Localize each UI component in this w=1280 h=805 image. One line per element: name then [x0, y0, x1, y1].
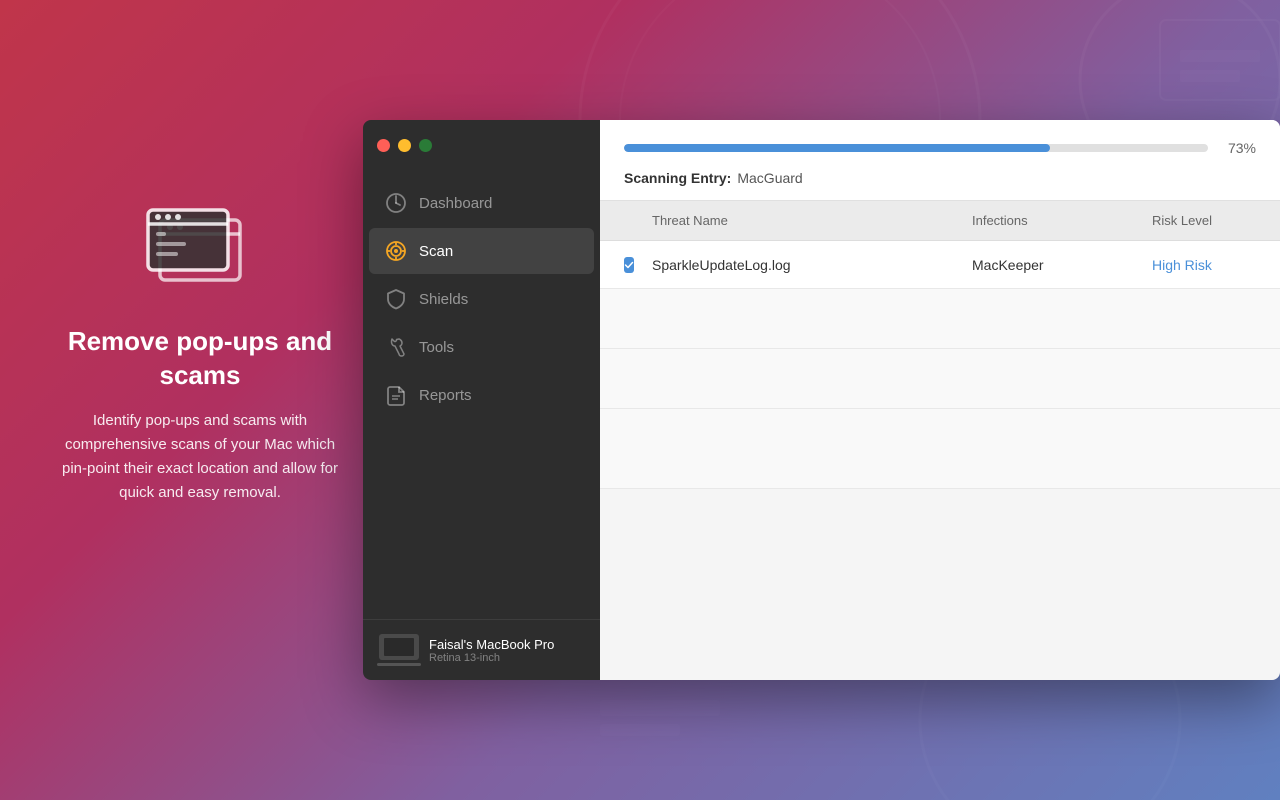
sidebar-item-scan[interactable]: Scan — [369, 228, 594, 274]
sidebar: Dashboard Scan — [363, 120, 600, 680]
dashboard-label: Dashboard — [419, 195, 492, 212]
sidebar-item-dashboard[interactable]: Dashboard — [369, 180, 594, 226]
infections-cell: MacKeeper — [960, 245, 1140, 285]
app-window: Dashboard Scan — [363, 120, 1280, 680]
col-threat-name: Threat Name — [640, 209, 960, 232]
row-checkbox[interactable] — [624, 257, 634, 273]
device-model: Retina 13-inch — [429, 652, 554, 664]
sidebar-item-shields[interactable]: Shields — [369, 276, 594, 322]
shield-icon — [385, 288, 407, 310]
reports-icon — [385, 384, 407, 406]
scan-label: Scan — [419, 243, 453, 260]
tools-label: Tools — [419, 339, 454, 356]
browser-window-icon — [60, 200, 340, 305]
table-row-empty-2 — [600, 349, 1280, 409]
tools-icon — [385, 336, 407, 358]
threat-name-cell: SparkleUpdateLog.log — [640, 245, 960, 285]
scan-icon — [385, 240, 407, 262]
titlebar — [363, 120, 600, 170]
table-row: SparkleUpdateLog.log MacKeeper High Risk — [600, 241, 1280, 289]
sidebar-nav: Dashboard Scan — [363, 170, 600, 619]
table-row-empty-3 — [600, 409, 1280, 489]
mac-icon — [379, 634, 419, 666]
shields-label: Shields — [419, 291, 468, 308]
scanning-value: MacGuard — [737, 170, 802, 186]
col-infections: Infections — [960, 209, 1140, 232]
risk-level-cell: High Risk — [1140, 245, 1280, 285]
left-description: Identify pop-ups and scams with comprehe… — [60, 409, 340, 505]
scan-header: 73% Scanning Entry: MacGuard — [600, 120, 1280, 201]
table-header: Threat Name Infections Risk Level — [600, 201, 1280, 241]
dashboard-icon — [385, 192, 407, 214]
scanning-label: Scanning Entry: — [624, 170, 731, 186]
col-risk-level: Risk Level — [1140, 209, 1280, 232]
left-panel: Remove pop-ups and scams Identify pop-up… — [60, 200, 340, 505]
threat-table: Threat Name Infections Risk Level Sparkl… — [600, 201, 1280, 680]
scanning-entry: Scanning Entry: MacGuard — [624, 170, 1256, 200]
device-name: Faisal's MacBook Pro — [429, 637, 554, 652]
progress-fill — [624, 144, 1050, 152]
sidebar-footer: Faisal's MacBook Pro Retina 13-inch — [363, 619, 600, 680]
minimize-button[interactable] — [398, 139, 411, 152]
progress-percent: 73% — [1220, 140, 1256, 156]
col-checkbox — [600, 209, 640, 232]
main-content: 73% Scanning Entry: MacGuard Threat Name… — [600, 120, 1280, 680]
left-title: Remove pop-ups and scams — [60, 325, 340, 393]
sidebar-item-reports[interactable]: Reports — [369, 372, 594, 418]
sidebar-item-tools[interactable]: Tools — [369, 324, 594, 370]
device-info: Faisal's MacBook Pro Retina 13-inch — [429, 637, 554, 664]
table-row-empty-1 — [600, 289, 1280, 349]
close-button[interactable] — [377, 139, 390, 152]
maximize-button[interactable] — [419, 139, 432, 152]
reports-label: Reports — [419, 387, 472, 404]
progress-track — [624, 144, 1208, 152]
row-checkbox-cell[interactable] — [600, 245, 640, 285]
progress-row: 73% — [624, 140, 1256, 156]
